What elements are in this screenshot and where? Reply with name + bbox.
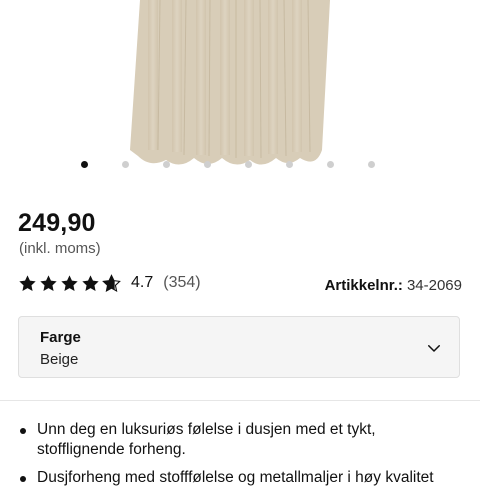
list-item: Unn deg en luksuriøs følelse i dusjen me… [20,420,465,460]
product-image[interactable] [0,0,480,180]
carousel-dot[interactable] [368,161,375,168]
list-item: Dusjforheng med stofffølelse og metallma… [20,468,465,488]
carousel-dot[interactable] [286,161,293,168]
chevron-down-icon[interactable] [425,339,443,357]
bullet-icon [20,476,26,482]
review-count[interactable]: (354) [163,274,200,292]
vat-note: (inkl. moms) [19,240,101,257]
shower-curtain-image [130,0,330,165]
rating-summary[interactable]: 4.7 (354) [18,271,201,295]
star-icon [19,274,36,291]
section-divider [0,400,480,401]
article-number: Artikkelnr.: 34-2069 [325,276,462,296]
rating-value: 4.7 [131,274,154,291]
article-number-label: Artikkelnr.: [324,277,403,294]
color-selector-label: Farge [40,329,81,346]
rating-stars [18,273,121,293]
carousel-dot[interactable] [245,161,252,168]
article-number-value: 34-2069 [406,277,462,294]
color-selector[interactable]: Farge Beige [18,316,460,378]
highlight-text: Dusjforheng med stofffølelse og metallma… [37,469,434,486]
carousel-dot[interactable] [163,161,170,168]
bullet-icon [20,428,26,434]
carousel-dot[interactable] [204,161,211,168]
carousel-dot[interactable] [81,161,88,168]
image-carousel-dots[interactable] [0,160,480,170]
partial-star-icon [102,273,121,292]
color-selector-value: Beige [40,351,79,368]
star-icon [61,274,78,291]
product-highlights: Unn deg en luksuriøs følelse i dusjen me… [20,420,465,496]
highlight-text: Unn deg en luksuriøs følelse i dusjen me… [37,421,376,458]
product-price: 249,90 [18,209,96,237]
star-icon [82,274,99,291]
carousel-dot[interactable] [122,161,129,168]
star-icon [40,274,57,291]
carousel-dot[interactable] [327,161,334,168]
